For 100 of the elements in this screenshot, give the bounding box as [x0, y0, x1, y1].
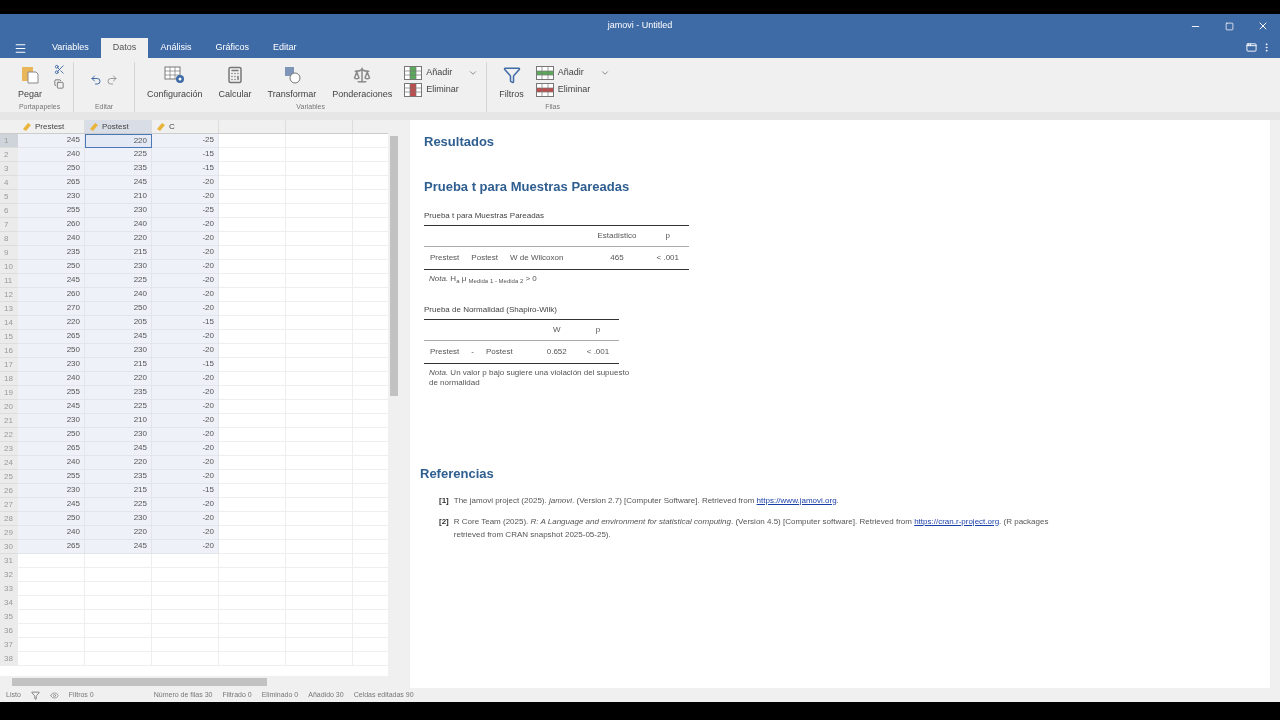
ribbon-button[interactable]: Eliminar: [535, 82, 610, 97]
calculator-icon: [226, 66, 245, 84]
row-number: 26: [0, 484, 18, 498]
ribbon-button[interactable]: Pegar: [14, 62, 47, 102]
column-header[interactable]: C: [152, 120, 219, 133]
results-scrollbar[interactable]: [1270, 120, 1280, 688]
empty-cell[interactable]: [152, 554, 219, 568]
table-cell: 235: [85, 470, 152, 484]
table-cell: -20: [152, 372, 219, 386]
empty-cell[interactable]: [85, 554, 152, 568]
table-cell: 220: [85, 526, 152, 540]
table-cell: -20: [152, 344, 219, 358]
table-cell: 255: [18, 386, 85, 400]
undo-icon[interactable]: [90, 74, 103, 86]
ruler-icon: [89, 121, 99, 132]
ribbon-tab[interactable]: Gráficos: [203, 38, 261, 58]
window-icon[interactable]: [1246, 42, 1257, 53]
analysis-title: Prueba t para Muestras Pareadas: [424, 177, 631, 196]
table-cell: 245: [85, 442, 152, 456]
redo-icon[interactable]: [106, 74, 119, 86]
table-cell: 240: [18, 526, 85, 540]
row-number: 14: [0, 316, 18, 330]
table-cell: 245: [18, 498, 85, 512]
ribbon-button[interactable]: Calcular: [214, 62, 256, 102]
table-cell: 230: [85, 344, 152, 358]
table-title: Prueba t para Muestras Pareadas: [424, 210, 545, 222]
row-number: 23: [0, 442, 18, 456]
remove-row-icon: [535, 82, 554, 97]
copy-icon[interactable]: [54, 79, 65, 89]
table-cell: -15: [152, 358, 219, 372]
paste-icon: [21, 66, 39, 84]
eye-icon[interactable]: [49, 690, 59, 700]
table-cell: 225: [85, 148, 152, 162]
ribbon-button[interactable]: Ponderaciones: [328, 62, 397, 102]
row-number: 4: [0, 176, 18, 190]
table-cell: 245: [85, 176, 152, 190]
table-cell: -20: [152, 190, 219, 204]
empty-cell[interactable]: [286, 134, 353, 148]
ribbon-tab[interactable]: Datos: [100, 38, 149, 58]
table-cell: < .001: [646, 246, 689, 270]
table-cell: -20: [152, 456, 219, 470]
table-cell: 250: [18, 260, 85, 274]
ribbon-button[interactable]: Transformar: [263, 62, 321, 102]
row-number: 24: [0, 456, 18, 470]
filter-icon[interactable]: [30, 690, 40, 700]
table-cell: 240: [18, 372, 85, 386]
horizontal-scrollbar[interactable]: [0, 676, 400, 688]
transform-icon: [282, 66, 301, 84]
ribbon-button[interactable]: Añadir: [404, 65, 479, 80]
table-cell: -25: [152, 204, 219, 218]
filter-icon: [502, 66, 521, 84]
table-cell: -20: [152, 470, 219, 484]
table-cell: 230: [85, 428, 152, 442]
ribbon-tab[interactable]: Análisis: [148, 38, 204, 58]
ribbon-tab[interactable]: Editar: [260, 38, 309, 58]
remove-column-icon: [404, 82, 423, 97]
ribbon-button[interactable]: Configuración: [143, 62, 207, 102]
table-cell: -20: [152, 498, 219, 512]
table-cell: 205: [85, 316, 152, 330]
ribbon-tab[interactable]: Variables: [40, 38, 101, 58]
table-cell: -20: [152, 400, 219, 414]
table-cell: 240: [18, 456, 85, 470]
row-number: 1: [0, 134, 18, 148]
table-cell: 215: [85, 484, 152, 498]
maximize-icon: [1224, 21, 1234, 31]
table-cell: 225: [85, 274, 152, 288]
table-cell: 0.652: [536, 340, 577, 364]
table-cell: Prestest: [424, 340, 466, 364]
row-number: 27: [0, 498, 18, 512]
table-cell: -: [465, 340, 480, 364]
column-header[interactable]: Postest: [85, 120, 152, 133]
table-cell: -20: [152, 176, 219, 190]
table-cell: -20: [152, 218, 219, 232]
ribbon-button[interactable]: Filtros: [495, 62, 528, 102]
table-cell: -20: [152, 428, 219, 442]
row-number: 15: [0, 330, 18, 344]
row-number: 35: [0, 610, 18, 624]
row-number: 6: [0, 204, 18, 218]
table-cell: Postest: [465, 246, 505, 270]
table-cell: -20: [152, 540, 219, 554]
row-number: 19: [0, 386, 18, 400]
reference-text: The jamovi project (2025). jamovi. (Version 2.7) [Computer Software]. Retrieved from https://www.jamovi.org.: [453, 494, 839, 507]
table-cell: 265: [18, 176, 85, 190]
table-cell: 230: [18, 358, 85, 372]
row-number: 31: [0, 554, 18, 568]
column-heading: W: [536, 319, 577, 341]
empty-cell[interactable]: [219, 554, 286, 568]
ribbon-button[interactable]: Eliminar: [404, 82, 479, 97]
cut-icon[interactable]: [54, 64, 66, 75]
reference-number: [1]: [439, 494, 449, 507]
table-cell: W de Wilcoxon: [504, 246, 588, 270]
table-cell: < .001: [576, 340, 620, 364]
table-cell: 250: [18, 512, 85, 526]
row-number: 38: [0, 652, 18, 666]
row-number: 32: [0, 568, 18, 582]
table-cell: -15: [152, 316, 219, 330]
table-cell: 245: [18, 400, 85, 414]
table-cell: 235: [85, 162, 152, 176]
reference-text: R Core Team (2025). R: A Language and environment for statistical computing. (Version 4.5) [Computer software]. Retrieved from https://cran.r-project.org. (R packages retrieved from CRAN snapshot 2025-05-25).: [453, 515, 1050, 541]
ribbon-button[interactable]: Añadir: [535, 65, 610, 80]
